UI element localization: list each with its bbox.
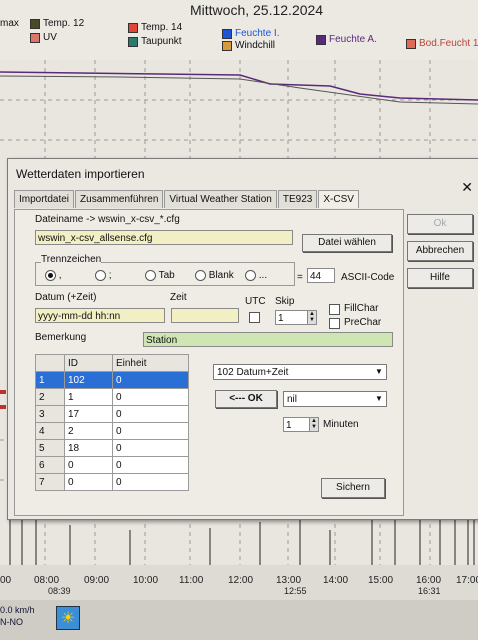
radio-icon xyxy=(95,270,106,281)
radio-icon xyxy=(195,270,206,281)
sep-semicolon[interactable]: ; xyxy=(95,270,112,281)
field-type-select[interactable]: 102 Datum+Zeit ▼ xyxy=(213,364,387,380)
tab-importdatei[interactable]: Importdatei xyxy=(14,190,75,208)
legend-temp12[interactable]: Temp. 12 xyxy=(30,18,84,29)
fillchar-checkbox[interactable] xyxy=(329,304,340,315)
table-header-row: ID Einheit xyxy=(35,354,190,372)
chart-x-axis: 00 08:00 09:00 10:00 11:00 12:00 13:00 1… xyxy=(0,565,478,605)
tab-virtual-weather-station[interactable]: Virtual Weather Station xyxy=(164,190,277,208)
time-format-field[interactable] xyxy=(171,308,239,323)
x-tick: 12:00 xyxy=(228,575,254,586)
dialog-title: Wetterdaten importieren xyxy=(16,167,145,181)
wind-direction: N-NO xyxy=(0,617,23,627)
table-row[interactable]: 420 xyxy=(35,422,190,440)
radio-icon xyxy=(145,270,156,281)
sep-blank[interactable]: Blank xyxy=(195,270,234,281)
x-subtick: 16:31 xyxy=(418,586,441,596)
x-tick: 08:00 xyxy=(34,575,60,586)
x-tick: 00 xyxy=(0,575,12,586)
x-tick: 11:00 xyxy=(179,575,204,586)
table-row[interactable]: 1 102 0 xyxy=(35,371,190,389)
legend-feuchte-a[interactable]: Feuchte A. xyxy=(316,34,377,45)
x-subtick: 12:55 xyxy=(284,586,307,596)
minutes-label: Minuten xyxy=(323,419,359,430)
filename-field[interactable]: wswin_x-csv_allsense.cfg xyxy=(35,230,293,245)
field-mapping-table: ID Einheit 1 102 0 210 3 17 0 420 5 18 0 600 7… xyxy=(35,354,190,491)
remark-label: Bemerkung xyxy=(35,332,87,343)
utc-label: UTC xyxy=(245,296,266,307)
save-button[interactable]: Sichern xyxy=(321,478,385,498)
import-dialog: Wetterdaten importieren ✕ Importdatei Zu… xyxy=(7,158,478,520)
chevron-down-icon: ▼ xyxy=(375,394,383,403)
wind-speed: 0.0 km/h xyxy=(0,605,35,615)
x-tick: 15:00 xyxy=(368,575,394,586)
sep-comma[interactable]: , xyxy=(45,270,62,281)
x-tick: 09:00 xyxy=(84,575,110,586)
separator-label: Trennzeichen xyxy=(41,254,102,265)
wind-readout: 0.0 km/h N-NO xyxy=(0,604,35,628)
column-header-einheit: Einheit xyxy=(111,354,190,372)
legend-bod-feucht[interactable]: Bod.Feucht 1 xyxy=(406,38,478,49)
prechar-label: PreChar xyxy=(344,317,382,328)
ok-button[interactable]: Ok xyxy=(407,214,473,234)
minutes-stepper[interactable]: 1 ▲ ▼ xyxy=(283,417,319,432)
date-format-field[interactable]: yyyy-mm-dd hh:nn xyxy=(35,308,165,323)
x-subtick: 08:39 xyxy=(48,586,71,596)
date-title: Mittwoch, 25.12.2024 xyxy=(190,2,324,18)
skip-stepper[interactable]: 1 ▲ ▼ xyxy=(275,310,317,325)
ascii-code-field[interactable]: 44 xyxy=(307,268,335,283)
column-header-id: ID xyxy=(64,354,113,372)
tab-zusammenfuehren[interactable]: Zusammenführen xyxy=(75,190,164,208)
cancel-button[interactable]: Abbrechen xyxy=(407,241,473,261)
x-tick: 13:00 xyxy=(276,575,302,586)
filename-label: Dateiname -> wswin_x-csv_*.cfg xyxy=(35,214,180,225)
radio-comma-icon xyxy=(45,270,56,281)
legend-temp14[interactable]: Temp. 14 xyxy=(128,22,182,33)
ascii-code-label: ASCII-Code xyxy=(341,272,395,283)
skip-label: Skip xyxy=(275,296,295,307)
prechar-checkbox[interactable] xyxy=(329,318,340,329)
nil-select[interactable]: nil ▼ xyxy=(283,391,387,407)
legend-windchill[interactable]: Windchill xyxy=(222,40,275,51)
chart-header: Mittwoch, 25.12.2024 max Temp. 12 Temp. … xyxy=(0,0,478,60)
table-row[interactable]: 210 xyxy=(35,388,190,406)
legend-max: max xyxy=(0,18,19,29)
x-tick: 14:00 xyxy=(323,575,349,586)
x-csv-panel: Dateiname -> wswin_x-csv_*.cfg wswin_x-c… xyxy=(14,209,404,516)
sep-other[interactable]: ... xyxy=(245,270,267,281)
date-label: Datum (+Zeit) xyxy=(35,292,97,303)
legend-taupunkt[interactable]: Taupunkt xyxy=(128,36,182,47)
sep-tab[interactable]: Tab xyxy=(145,270,175,281)
remark-field[interactable]: Station xyxy=(143,332,393,347)
x-tick: 16:00 xyxy=(416,575,442,586)
equals-sign: = xyxy=(297,272,303,283)
table-row[interactable]: 600 xyxy=(35,456,190,474)
tab-te923[interactable]: TE923 xyxy=(277,190,318,208)
dialog-tabs: Importdatei Zusammenführen Virtual Weath… xyxy=(14,190,360,208)
chevron-down-icon: ▼ xyxy=(375,367,383,376)
legend-uv[interactable]: UV xyxy=(30,32,57,43)
close-icon[interactable]: ✕ xyxy=(461,179,473,196)
table-row[interactable]: 5 18 0 xyxy=(35,439,190,457)
utc-checkbox[interactable] xyxy=(249,312,260,323)
table-row[interactable]: 700 xyxy=(35,473,190,491)
tab-x-csv[interactable]: X-CSV xyxy=(318,190,359,208)
radio-icon xyxy=(245,270,256,281)
x-tick: 10:00 xyxy=(133,575,159,586)
time-label: Zeit xyxy=(170,292,187,303)
legend-feuchte-i[interactable]: Feuchte I. xyxy=(222,28,279,39)
help-button[interactable]: Hilfe xyxy=(407,268,473,288)
choose-file-button[interactable]: Datei wählen xyxy=(302,234,392,252)
apply-ok-button[interactable]: <--- OK xyxy=(215,390,277,408)
fillchar-label: FillChar xyxy=(344,303,379,314)
x-tick: 17:00 xyxy=(456,575,478,586)
table-row[interactable]: 3 17 0 xyxy=(35,405,190,423)
weather-sun-icon: ☀ xyxy=(56,606,80,630)
